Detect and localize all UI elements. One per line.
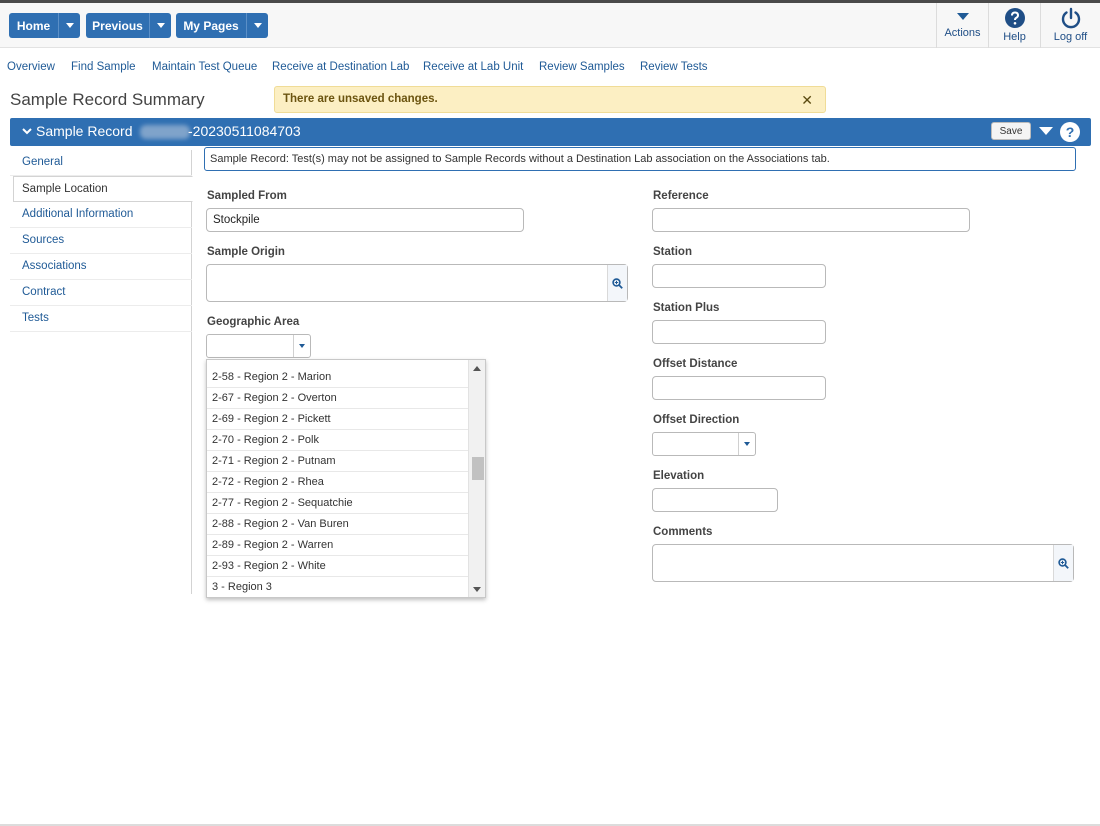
sampled-from-label: Sampled From bbox=[207, 190, 287, 202]
sidebar-item-general[interactable]: General bbox=[10, 150, 192, 176]
nav-link-receive-at-destination-lab[interactable]: Receive at Destination Lab bbox=[272, 61, 409, 73]
scroll-down-icon[interactable] bbox=[473, 587, 481, 592]
previous-menu-caret[interactable] bbox=[149, 13, 171, 38]
station-label: Station bbox=[653, 246, 692, 258]
record-help-icon[interactable]: ? bbox=[1060, 122, 1080, 142]
sidebar-item-associations[interactable]: Associations bbox=[10, 254, 192, 280]
station-plus-label: Station Plus bbox=[653, 302, 720, 314]
collapse-chevron-icon[interactable] bbox=[22, 126, 32, 136]
sample-origin-field[interactable] bbox=[206, 264, 628, 302]
chevron-down-icon bbox=[299, 344, 305, 348]
actions-icon bbox=[956, 13, 969, 20]
nav-link-review-tests[interactable]: Review Tests bbox=[640, 61, 708, 73]
help-icon bbox=[1004, 8, 1025, 28]
comments-lookup-button[interactable] bbox=[1053, 545, 1073, 581]
geographic-area-dropdown-button[interactable] bbox=[293, 335, 310, 357]
nav-link-review-samples[interactable]: Review Samples bbox=[539, 61, 625, 73]
chevron-down-icon bbox=[156, 23, 165, 28]
sidebar-item-sample-location[interactable]: Sample Location bbox=[13, 176, 193, 202]
sidebar-item-contract[interactable]: Contract bbox=[10, 280, 192, 306]
reference-label: Reference bbox=[653, 190, 709, 202]
side-navigation: General Sample Location Additional Infor… bbox=[10, 150, 193, 594]
offset-direction-label: Offset Direction bbox=[653, 414, 740, 426]
log-off-menu[interactable]: Log off bbox=[1040, 3, 1100, 48]
page-title: Sample Record Summary bbox=[10, 90, 205, 109]
log-off-icon bbox=[1061, 7, 1080, 29]
nav-link-find-sample[interactable]: Find Sample bbox=[71, 61, 136, 73]
elevation-label: Elevation bbox=[653, 470, 705, 482]
sampled-from-field[interactable]: Stockpile bbox=[206, 208, 524, 232]
previous-button[interactable]: Previous bbox=[86, 13, 149, 38]
reference-field[interactable] bbox=[652, 208, 970, 232]
list-item[interactable]: 2-89 - Region 2 - Warren bbox=[207, 535, 469, 556]
chevron-down-icon bbox=[744, 442, 750, 446]
zoom-in-icon bbox=[1058, 557, 1069, 569]
list-item[interactable]: 2-88 - Region 2 - Van Buren bbox=[207, 514, 469, 535]
station-field[interactable] bbox=[652, 264, 826, 288]
list-item[interactable]: 3 - Region 3 bbox=[207, 577, 469, 597]
home-button[interactable]: Home bbox=[9, 13, 58, 38]
elevation-field[interactable] bbox=[652, 488, 778, 512]
chevron-down-icon bbox=[253, 23, 262, 28]
record-title-prefix: Sample Record bbox=[36, 123, 133, 139]
offset-distance-field[interactable] bbox=[652, 376, 826, 400]
offset-direction-select[interactable] bbox=[652, 432, 756, 456]
geographic-area-label: Geographic Area bbox=[207, 316, 300, 328]
list-item[interactable]: 2-93 - Region 2 - White bbox=[207, 556, 469, 577]
comments-label: Comments bbox=[653, 526, 713, 538]
my-pages-split-button: My Pages bbox=[176, 13, 268, 38]
unsaved-message: There are unsaved changes. bbox=[283, 93, 438, 105]
record-menu-caret-icon[interactable] bbox=[1039, 127, 1053, 135]
log-off-label: Log off bbox=[1053, 31, 1088, 43]
chevron-down-icon bbox=[65, 23, 74, 28]
list-item[interactable]: 2-77 - Region 2 - Sequatchie bbox=[207, 493, 469, 514]
previous-split-button: Previous bbox=[86, 13, 171, 38]
info-message: Sample Record: Test(s) may not be assign… bbox=[204, 147, 1076, 171]
zoom-in-icon bbox=[612, 277, 623, 289]
help-menu[interactable]: Help bbox=[988, 3, 1040, 48]
scroll-up-icon[interactable] bbox=[473, 366, 481, 371]
record-header: Sample Record -20230511084703 Save ? bbox=[10, 118, 1091, 146]
sidebar-item-sources[interactable]: Sources bbox=[10, 228, 192, 254]
my-pages-menu-caret[interactable] bbox=[246, 13, 268, 38]
unsaved-changes-banner: There are unsaved changes. ✕ bbox=[274, 86, 826, 113]
geographic-area-select[interactable] bbox=[206, 334, 311, 358]
top-toolbar: Home Previous My Pages Actions Help Log … bbox=[0, 3, 1100, 48]
list-item[interactable]: 2-58 - Region 2 - Marion bbox=[207, 367, 469, 388]
my-pages-button[interactable]: My Pages bbox=[176, 13, 246, 38]
actions-label: Actions bbox=[944, 27, 981, 39]
save-button[interactable]: Save bbox=[991, 122, 1031, 140]
sidebar-item-tests[interactable]: Tests bbox=[10, 306, 192, 332]
offset-direction-dropdown-button[interactable] bbox=[738, 433, 755, 455]
comments-field[interactable] bbox=[652, 544, 1074, 582]
list-item[interactable]: 2-71 - Region 2 - Putnam bbox=[207, 451, 469, 472]
dropdown-scrollbar[interactable] bbox=[468, 360, 485, 597]
list-item[interactable]: 2-70 - Region 2 - Polk bbox=[207, 430, 469, 451]
home-split-button: Home bbox=[9, 13, 80, 38]
nav-link-maintain-test-queue[interactable]: Maintain Test Queue bbox=[152, 61, 257, 73]
nav-link-receive-at-lab-unit[interactable]: Receive at Lab Unit bbox=[423, 61, 523, 73]
redacted-id bbox=[140, 125, 190, 139]
geographic-area-dropdown-list[interactable]: 2-58 - Region 2 - Marion 2-67 - Region 2… bbox=[206, 359, 486, 598]
station-plus-field[interactable] bbox=[652, 320, 826, 344]
sample-origin-label: Sample Origin bbox=[207, 246, 285, 258]
close-icon[interactable]: ✕ bbox=[801, 93, 813, 107]
list-item[interactable]: 2-69 - Region 2 - Pickett bbox=[207, 409, 469, 430]
list-item[interactable]: 2-72 - Region 2 - Rhea bbox=[207, 472, 469, 493]
nav-link-overview[interactable]: Overview bbox=[7, 61, 55, 73]
offset-distance-label: Offset Distance bbox=[653, 358, 738, 370]
sidebar-item-additional-information[interactable]: Additional Information bbox=[10, 202, 192, 228]
actions-menu[interactable]: Actions bbox=[936, 3, 988, 48]
scrollbar-thumb[interactable] bbox=[472, 457, 484, 480]
record-title-suffix: -20230511084703 bbox=[188, 123, 301, 139]
help-label: Help bbox=[1003, 31, 1026, 43]
sample-origin-lookup-button[interactable] bbox=[607, 265, 627, 301]
home-menu-caret[interactable] bbox=[58, 13, 80, 38]
list-item[interactable]: 2-67 - Region 2 - Overton bbox=[207, 388, 469, 409]
